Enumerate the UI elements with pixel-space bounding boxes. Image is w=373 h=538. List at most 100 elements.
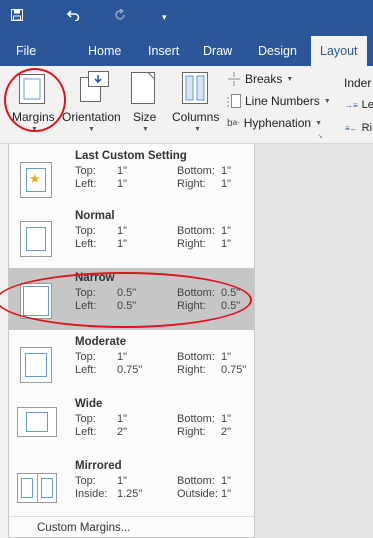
hyphenation-label: Hyphenation [243, 116, 312, 130]
left-label: Left: [75, 300, 97, 312]
breaks-button[interactable]: Breaks ▼ [227, 72, 293, 86]
bottom-value: 1" [221, 225, 232, 237]
outside-value: 1" [221, 488, 232, 500]
top-value: 0.5" [117, 287, 137, 299]
left-label: Left: [75, 364, 97, 376]
option-title: Mirrored [75, 460, 122, 472]
option-title: Moderate [75, 336, 127, 348]
right-value: 1" [221, 238, 232, 250]
top-label: Top: [75, 351, 96, 363]
bottom-value: 0.5" [221, 287, 241, 299]
hyphenation-icon: ba- [227, 117, 240, 129]
bottom-value: 1" [221, 413, 232, 425]
chevron-down-icon: ▼ [286, 75, 294, 83]
tab-layout[interactable]: Layout [311, 36, 367, 66]
indent-left-icon: →≡ [345, 100, 358, 110]
line-numbers-icon [227, 94, 241, 108]
margins-icon [19, 74, 45, 104]
right-value: 0.5" [221, 300, 241, 312]
left-value: 1" [117, 238, 128, 250]
orientation-icon [80, 71, 109, 102]
option-title: Narrow [75, 272, 115, 284]
bottom-label: Bottom: [177, 475, 215, 487]
right-label: Right: [177, 178, 206, 190]
indent-right-icon: ≡← [345, 123, 358, 133]
left-label: Left: [75, 238, 97, 250]
top-label: Top: [75, 225, 96, 237]
breaks-label: Breaks [245, 72, 283, 86]
right-label: Right: [177, 426, 206, 438]
right-value: 2" [221, 426, 232, 438]
indent-right-label: Ri [361, 122, 373, 134]
redo-icon[interactable] [114, 9, 126, 21]
line-numbers-button[interactable]: Line Numbers ▼ [227, 94, 331, 108]
bottom-label: Bottom: [177, 165, 215, 177]
bottom-value: 1" [221, 475, 232, 487]
right-label: Right: [177, 300, 206, 312]
chevron-down-icon: ▼ [194, 126, 201, 133]
page-margin-thumbnail: ★ [20, 162, 52, 198]
left-value: 2" [117, 426, 128, 438]
bottom-label: Bottom: [177, 287, 215, 299]
tab-home[interactable]: Home [88, 36, 121, 66]
page-margin-thumbnail [20, 347, 52, 383]
customize-icon[interactable]: ▾ [162, 9, 167, 25]
top-value: 1" [117, 351, 128, 363]
page-margin-thumbnail [20, 283, 52, 319]
custom-margins-item[interactable]: Custom Margins... [37, 522, 130, 534]
tab-design[interactable]: Design [258, 36, 297, 66]
orientation-label: Orientation [62, 110, 121, 124]
top-value: 1" [117, 413, 128, 425]
menu-divider [9, 516, 254, 517]
page-margin-thumbnail [17, 407, 57, 437]
title-bar: ▾ [0, 0, 373, 36]
left-label: Left: [75, 178, 97, 190]
top-label: Top: [75, 287, 96, 299]
layout-ribbon: Margins ▼ Orientation ▼ Size ▼ Columns ▼ [0, 66, 373, 144]
indent-left-field[interactable]: →≡ Le [345, 99, 373, 111]
margin-option-narrow[interactable]: Narrow Top: 0.5" Bottom: 0.5" Left: 0.5"… [9, 268, 254, 330]
bottom-value: 1" [221, 165, 232, 177]
left-label: Left: [75, 426, 97, 438]
option-title: Wide [75, 398, 103, 410]
indent-right-field[interactable]: ≡← Ri [345, 122, 372, 134]
chevron-down-icon: ▼ [88, 126, 95, 133]
chevron-down-icon: ▼ [315, 119, 323, 127]
ribbon-tabs: File Home Insert Draw Design Layout [0, 36, 373, 66]
dialog-launcher-icon[interactable]: ↘ [317, 132, 323, 140]
indent-left-label: Le [361, 99, 373, 111]
outside-label: Outside: [177, 488, 218, 500]
bottom-label: Bottom: [177, 351, 215, 363]
chevron-down-icon: ▼ [142, 126, 149, 133]
top-label: Top: [75, 165, 96, 177]
inside-value: 1.25" [117, 488, 143, 500]
save-icon[interactable] [11, 9, 23, 21]
columns-icon [182, 72, 208, 104]
undo-icon[interactable] [67, 9, 80, 21]
option-title: Normal [75, 210, 115, 222]
page-margin-thumbnail [17, 473, 57, 503]
document-area [255, 144, 373, 538]
star-icon: ★ [29, 171, 41, 186]
tab-draw[interactable]: Draw [203, 36, 232, 66]
top-label: Top: [75, 413, 96, 425]
chevron-down-icon: ▼ [31, 126, 38, 133]
tab-file[interactable]: File [16, 36, 36, 66]
hyphenation-button[interactable]: ba- Hyphenation ▼ [227, 116, 322, 130]
right-label: Right: [177, 238, 206, 250]
left-value: 1" [117, 178, 128, 190]
inside-label: Inside: [75, 488, 108, 500]
top-label: Top: [75, 475, 96, 487]
tab-insert[interactable]: Insert [148, 36, 179, 66]
chevron-down-icon: ▼ [323, 97, 331, 105]
option-title: Last Custom Setting [75, 150, 187, 162]
top-value: 1" [117, 225, 128, 237]
page-margin-thumbnail [20, 221, 52, 257]
margins-label: Margins [12, 110, 55, 124]
bottom-label: Bottom: [177, 225, 215, 237]
bottom-value: 1" [221, 351, 232, 363]
left-value: 0.75" [117, 364, 143, 376]
right-value: 1" [221, 178, 232, 190]
top-value: 1" [117, 165, 128, 177]
right-value: 0.75" [221, 364, 247, 376]
